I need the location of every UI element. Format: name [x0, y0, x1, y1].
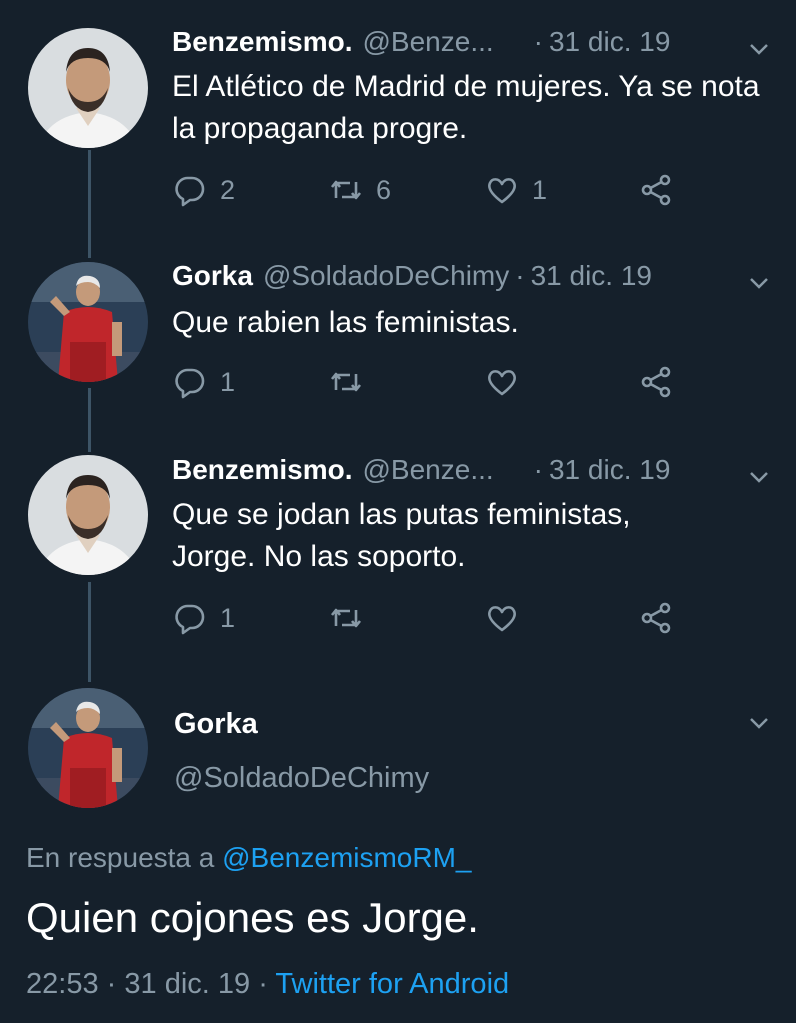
reply-handle-link[interactable]: @BenzemismoRM_ — [222, 842, 471, 873]
chevron-down-icon[interactable] — [748, 38, 770, 60]
reply-count: 1 — [220, 366, 236, 397]
retweet-icon — [330, 608, 362, 628]
separator-dot: · — [533, 26, 543, 57]
author-name[interactable]: Gorka — [172, 260, 253, 292]
author-handle[interactable]: @Benze... — [363, 454, 494, 486]
like-count: 1 — [532, 174, 548, 205]
reply-prefix: En respuesta a — [26, 842, 215, 873]
tweet-actions: 1 — [172, 600, 692, 640]
separator-dot: · — [106, 968, 117, 1000]
author-handle[interactable]: @Benze... — [363, 26, 494, 58]
avatar[interactable] — [28, 455, 148, 575]
retweet-icon — [330, 372, 362, 392]
reply-button[interactable]: 1 — [172, 600, 235, 636]
avatar[interactable] — [28, 688, 148, 808]
reply-icon — [175, 368, 205, 399]
separator-dot: · — [258, 968, 268, 1000]
heart-icon — [488, 370, 516, 396]
share-button[interactable] — [638, 364, 686, 400]
chevron-down-icon[interactable] — [748, 466, 770, 488]
author-handle[interactable]: @SoldadoDeChimy — [174, 762, 429, 795]
separator-dot: · — [533, 454, 543, 485]
author-handle[interactable]: @SoldadoDeChimy — [263, 260, 509, 292]
retweet-button[interactable]: 6 — [328, 172, 391, 208]
tweet-text: Que se jodan las putas feministas, Jorge… — [172, 498, 631, 573]
tweet-time: 22:53 — [26, 968, 99, 1000]
chevron-down-icon[interactable] — [748, 712, 770, 734]
avatar[interactable] — [28, 262, 148, 382]
reply-count: 1 — [220, 602, 236, 633]
chevron-down-icon[interactable] — [748, 272, 770, 294]
share-button[interactable] — [638, 172, 686, 208]
tweet-date[interactable]: 31 dic. 19 — [531, 260, 652, 292]
tweet-text: El Atlético de Madrid de mujeres. Ya se … — [172, 70, 760, 145]
author-name[interactable]: Benzemismo. — [172, 26, 353, 58]
share-icon — [641, 174, 671, 206]
reply-icon — [175, 176, 205, 207]
heart-icon — [488, 178, 516, 204]
reply-count: 2 — [220, 174, 236, 205]
share-button[interactable] — [638, 600, 686, 636]
reply-icon — [175, 604, 205, 635]
tweet-actions: 1 — [172, 364, 692, 404]
tweet-date[interactable]: 31 dic. 19 — [549, 26, 670, 58]
source-link[interactable]: Twitter for Android — [275, 968, 509, 1000]
share-icon — [641, 602, 671, 634]
tweet-date[interactable]: 31 dic. 19 — [549, 454, 670, 486]
reply-button[interactable]: 1 — [172, 364, 235, 400]
share-icon — [641, 366, 671, 398]
thread-line — [88, 388, 91, 452]
like-button[interactable] — [484, 600, 532, 636]
thread-line — [88, 582, 91, 682]
tweet-date: 31 dic. 19 — [124, 968, 251, 1000]
thread-line — [88, 150, 91, 258]
tweet-actions: 2 6 1 — [172, 172, 692, 212]
heart-icon — [488, 606, 516, 632]
tweet-text: Quien cojones es Jorge. — [26, 894, 479, 941]
avatar[interactable] — [28, 28, 148, 148]
reply-context: En respuesta a @BenzemismoRM_ — [26, 842, 472, 874]
like-button[interactable]: 1 — [484, 172, 547, 208]
retweet-button[interactable] — [328, 364, 376, 400]
separator-dot: · — [515, 260, 525, 291]
retweet-count: 6 — [376, 174, 392, 205]
tweet-text: Que rabien las feministas. — [172, 306, 519, 339]
tweet-meta: 22:53 · 31 dic. 19 · Twitter for Android — [26, 968, 509, 1001]
retweet-button[interactable] — [328, 600, 376, 636]
author-name[interactable]: Benzemismo. — [172, 454, 353, 486]
author-name[interactable]: Gorka — [174, 708, 258, 741]
retweet-icon — [330, 180, 362, 200]
reply-button[interactable]: 2 — [172, 172, 235, 208]
like-button[interactable] — [484, 364, 532, 400]
